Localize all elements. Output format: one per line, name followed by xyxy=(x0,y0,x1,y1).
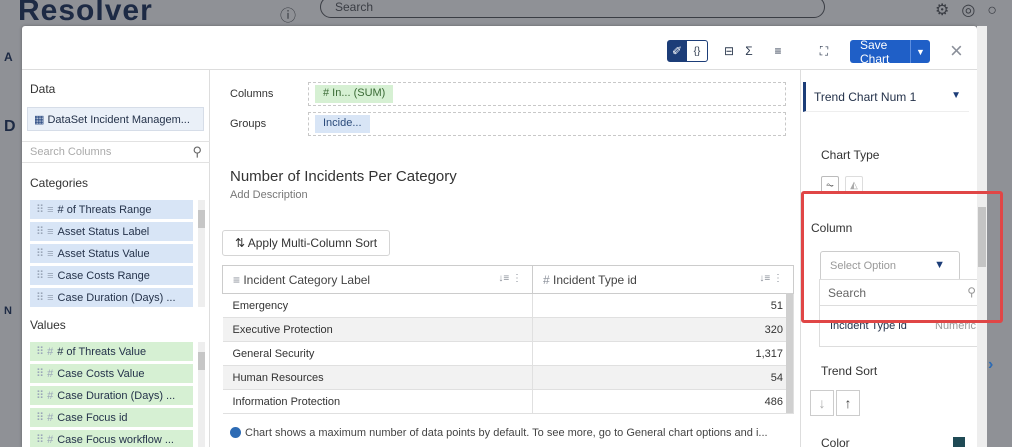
value-field[interactable]: ⠿ # Case Costs Value xyxy=(30,364,193,383)
sort-icon: ⇅ xyxy=(235,236,248,250)
categories-scrollbar[interactable] xyxy=(198,200,205,307)
header-icons: ⚙◎○ xyxy=(935,2,1009,19)
bg-letter-n: N xyxy=(4,305,12,317)
color-label: Color xyxy=(821,436,850,447)
categories-label: Categories xyxy=(30,176,89,190)
value-field[interactable]: ⠿ # Case Duration (Days) ... xyxy=(30,386,193,405)
columns-pill[interactable]: # In... (SUM) xyxy=(315,85,394,103)
chart-type-label: Chart Type xyxy=(821,148,880,162)
chevron-down-icon: ▼ xyxy=(951,90,961,101)
close-icon[interactable]: × xyxy=(950,38,963,64)
bg-letter-d: D xyxy=(4,118,16,135)
groups-label: Groups xyxy=(230,118,267,130)
category-field[interactable]: ⠿ ≡ Asset Status Value xyxy=(30,244,193,263)
data-panel: Data ▦ DataSet Incident Managem... Searc… xyxy=(22,70,210,447)
category-field[interactable]: ⠿ ≡ Case Duration (Days) ... xyxy=(30,288,193,307)
table-row: Emergency 51 xyxy=(222,293,794,318)
table-scrollbar[interactable] xyxy=(786,293,793,413)
sort-column-icon[interactable]: ↓≡ ⋮ xyxy=(498,273,522,284)
trend-sort-label: Trend Sort xyxy=(821,364,878,378)
data-table: ≡ Incident Category Label ↓≡ ⋮ # Inciden… xyxy=(222,265,794,414)
chart-title[interactable]: Number of Incidents Per Category xyxy=(230,168,457,185)
pen-icon[interactable]: ✐ xyxy=(667,40,687,62)
sort-descending-icon[interactable]: ↓ xyxy=(810,390,834,416)
info-icon xyxy=(230,427,241,438)
columns-shelf[interactable]: # In... (SUM) xyxy=(308,82,786,106)
help-icon: ⓘ xyxy=(280,8,297,25)
table-row: Information Protection 486 xyxy=(222,389,794,414)
apply-sort-label: Apply Multi-Column Sort xyxy=(247,236,378,250)
global-search: Search xyxy=(320,0,825,18)
dataset-selector[interactable]: ▦ DataSet Incident Managem... xyxy=(27,107,204,131)
chart-selector[interactable]: Trend Chart Num 1 ▼ xyxy=(803,82,969,112)
chevron-right-icon: › xyxy=(988,356,994,373)
save-chart-label: Save Chart xyxy=(860,37,890,66)
sort-ascending-icon[interactable]: ↑ xyxy=(836,390,860,416)
info-message: Chart shows a maximum number of data poi… xyxy=(230,427,795,439)
info-text: Chart shows a maximum number of data poi… xyxy=(245,427,768,439)
table-row: Executive Protection 320 xyxy=(222,317,794,342)
category-field[interactable]: ⠿ ≡ Case Costs Range xyxy=(30,266,193,285)
values-label: Values xyxy=(30,318,66,332)
search-icon: ⚲ xyxy=(192,144,202,159)
highlight-box xyxy=(801,191,1003,323)
category-field[interactable]: ⠿ ≡ Asset Status Label xyxy=(30,222,193,241)
value-field[interactable]: ⠿ # Case Focus workflow ... xyxy=(30,430,193,447)
color-swatch[interactable] xyxy=(953,437,965,447)
sigma-icon[interactable]: Σ xyxy=(740,40,758,62)
category-field[interactable]: ⠿ ≡ # of Threats Range xyxy=(30,200,193,219)
list-icon[interactable]: ≡ xyxy=(769,40,787,62)
search-columns-placeholder: Search Columns xyxy=(30,146,112,158)
bg-letter-a: A xyxy=(4,50,13,64)
search-columns-input[interactable]: Search Columns ⚲ xyxy=(22,141,210,163)
dataset-label: DataSet Incident Managem... xyxy=(47,114,190,126)
table-header-category[interactable]: ≡ Incident Category Label ↓≡ ⋮ xyxy=(222,265,533,294)
groups-shelf[interactable]: Incide... xyxy=(308,112,786,136)
add-description-link[interactable]: Add Description xyxy=(230,189,308,201)
table-row: Human Resources 54 xyxy=(222,365,794,390)
value-field[interactable]: ⠿ # Case Focus id xyxy=(30,408,193,427)
chevron-down-icon[interactable]: ▼ xyxy=(910,40,930,63)
chart-selector-label: Trend Chart Num 1 xyxy=(814,90,917,104)
value-field[interactable]: ⠿ # # of Threats Value xyxy=(30,342,193,361)
editor-toolbar: ✐ {} ⊟ Σ ≡ ⛶ Save Chart ▼ × xyxy=(22,26,977,70)
table-icon: ▦ xyxy=(34,114,48,126)
table-row: General Security 1,317 xyxy=(222,341,794,366)
app-logo: Resolver xyxy=(18,0,153,27)
apply-multi-column-sort-button[interactable]: ⇅ Apply Multi-Column Sort xyxy=(222,230,391,256)
save-chart-button[interactable]: Save Chart ▼ xyxy=(850,37,930,66)
table-header-type-id[interactable]: # Incident Type id ↓≡ ⋮ xyxy=(532,265,794,294)
chart-canvas: Columns # In... (SUM) Groups Incide... N… xyxy=(210,70,800,447)
expand-icon[interactable]: ⛶ xyxy=(815,40,833,62)
columns-label: Columns xyxy=(230,88,274,100)
groups-pill[interactable]: Incide... xyxy=(315,115,370,133)
values-scrollbar[interactable] xyxy=(198,342,205,447)
braces-icon[interactable]: {} xyxy=(686,40,708,62)
sort-column-icon[interactable]: ↓≡ ⋮ xyxy=(759,273,783,284)
filter-icon[interactable]: ⊟ xyxy=(720,40,738,62)
data-panel-title: Data xyxy=(30,82,56,96)
